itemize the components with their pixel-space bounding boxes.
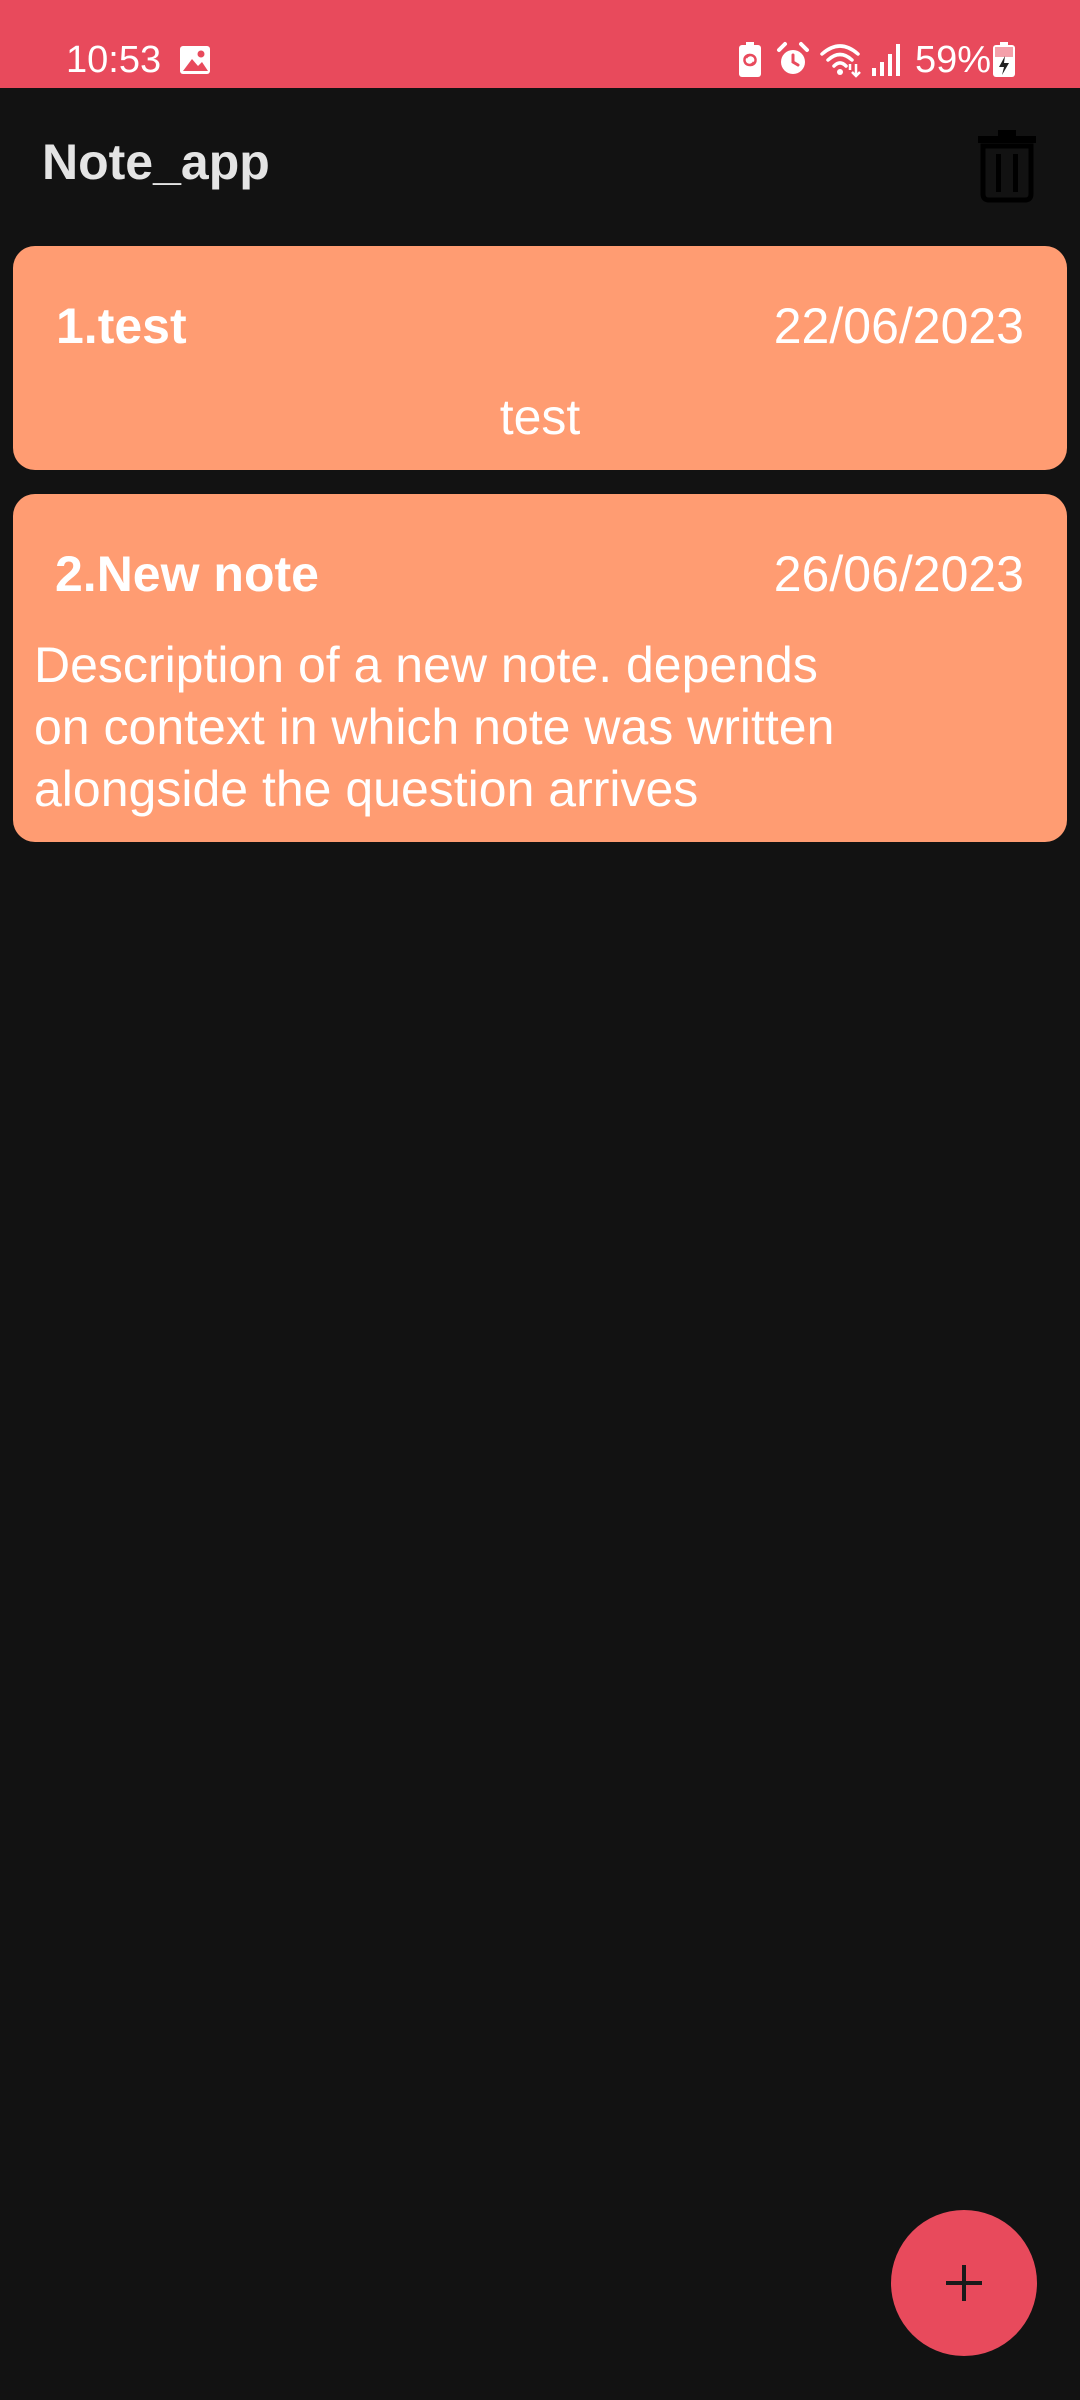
alarm-icon: [777, 42, 809, 74]
note-description-line: Description of a new note. depends: [34, 637, 818, 693]
note-description-line: alongside the question arrives: [34, 761, 699, 817]
battery-saver-icon: [739, 42, 761, 77]
status-time: 10:53: [66, 39, 162, 81]
delete-all-button[interactable]: [972, 124, 1042, 204]
wifi-icon: [820, 44, 861, 78]
app-title: Note_app: [42, 134, 270, 190]
trash-icon: [978, 130, 1036, 203]
plus-icon: [946, 2265, 982, 2301]
note-date: 22/06/2023: [773, 298, 1024, 354]
status-bar: 10:53 59%: [0, 0, 1080, 88]
signal-icon: [872, 44, 900, 76]
note-description: test: [499, 389, 581, 445]
note-card[interactable]: 2.New note 26/06/2023 Description of a n…: [13, 494, 1067, 842]
add-note-button[interactable]: [891, 2210, 1037, 2356]
note-description-line: on context in which note was written: [34, 699, 835, 755]
app-bar: Note_app: [0, 88, 1080, 238]
battery-charging-icon: [993, 42, 1015, 77]
note-title: 1.test: [56, 298, 187, 354]
note-title: 2.New note: [55, 546, 319, 602]
note-date: 26/06/2023: [773, 546, 1024, 602]
gallery-icon: [180, 46, 210, 74]
note-description: Description of a new note. depends on co…: [34, 634, 834, 820]
battery-percent: 59%: [915, 39, 992, 81]
note-card[interactable]: 1.test 22/06/2023 test: [13, 246, 1067, 470]
